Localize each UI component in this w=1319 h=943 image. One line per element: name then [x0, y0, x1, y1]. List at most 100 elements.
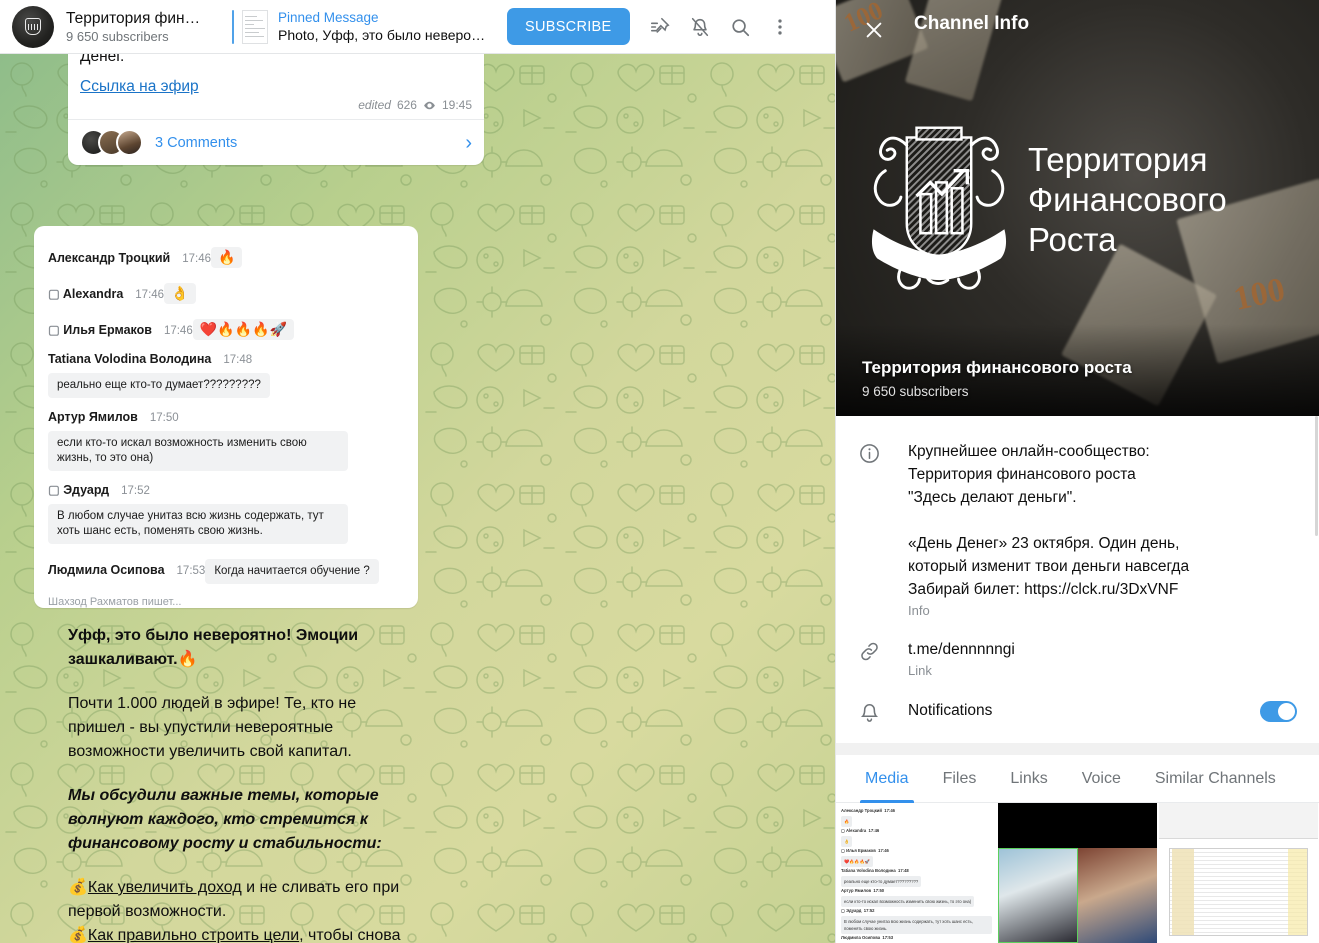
bullet-2-underline: Как правильно строить цели: [87, 927, 300, 943]
logo-line-3: Роста: [1028, 221, 1117, 258]
channel-title-block[interactable]: Территория фин… 9 650 subscribers: [66, 10, 216, 44]
screenshot-row-time: 17:52: [121, 485, 150, 497]
header-actions: [640, 7, 800, 47]
typing-indicator: Шахзод Рахматов пишет...: [48, 596, 182, 608]
screenshot-row-author: Людмила Осипова: [48, 563, 165, 577]
info-icon: [858, 440, 908, 618]
link-value: t.me/dennnnngi: [908, 641, 1015, 658]
media-thumbnail[interactable]: [998, 803, 1157, 943]
screenshot-row: ▢ Илья Ермаков 17:46 ❤️🔥🔥🔥🚀: [48, 314, 404, 340]
post-line-3: Мы обсудили важные темы, которые волнуют…: [68, 787, 382, 852]
channel-name: Территория фин…: [66, 9, 201, 27]
screenshot-row-bubble: ❤️🔥🔥🔥🚀: [192, 319, 294, 340]
info-row[interactable]: Крупнейшее онлайн-сообщество: Территория…: [836, 430, 1319, 628]
notifications-label: Notifications: [908, 702, 993, 719]
screenshot-row-bubble: Когда начитается обучение ?: [205, 559, 379, 584]
screenshot-row: ▢ Alexandra 17:46 👌: [48, 278, 404, 304]
logo-text: Территория Финансового Роста: [1028, 140, 1227, 260]
screenshot-row-bubble: 👌: [164, 283, 196, 304]
tab-media[interactable]: Media: [848, 755, 926, 803]
message-bubble-pinned[interactable]: Денег. Ссылка на эфир edited 626 19:45 3…: [68, 54, 484, 165]
link-row[interactable]: t.me/dennnnngi Link: [836, 628, 1319, 688]
bell-icon: [858, 698, 908, 723]
chat-area[interactable]: Денег. Ссылка на эфир edited 626 19:45 3…: [0, 54, 835, 943]
pinned-message[interactable]: Pinned Message Photo, Уфф, это было неве…: [278, 9, 493, 44]
media-grid: Александр Троцкий 17:46 🔥 ▢ Alexandra 17:4…: [836, 803, 1319, 943]
screenshot-row: Александр Троцкий 17:46 🔥: [48, 242, 404, 268]
panel-title: Channel Info: [914, 13, 1030, 34]
bullet-1-emoji: 💰: [68, 879, 88, 896]
screenshot-row-author: ▢ Эдуард: [48, 483, 110, 497]
message-time: 19:45: [441, 98, 472, 112]
tab-links[interactable]: Links: [993, 755, 1064, 803]
tab-similar-channels[interactable]: Similar Channels: [1138, 755, 1293, 803]
pinned-message-label: Pinned Message: [278, 10, 379, 25]
chat-header: Территория фин… 9 650 subscribers Pinned…: [0, 0, 835, 54]
chevron-right-icon: ›: [465, 131, 472, 154]
post-line-2: Почти 1.000 людей в эфире! Те, кто не пр…: [68, 695, 357, 760]
message-bubble-screenshot[interactable]: Александр Троцкий 17:46 🔥 ▢ Alexandra 17:46 👌…: [34, 226, 418, 608]
post-text[interactable]: Уфф, это было невероятно! Эмоции зашкали…: [68, 624, 413, 943]
screenshot-row-time: 17:50: [149, 412, 179, 424]
edited-label: edited: [358, 98, 391, 112]
bullet-2-emoji: 💰: [68, 927, 88, 943]
bell-muted-icon[interactable]: [680, 7, 720, 47]
media-tabs: Media Files Links Voice Similar Channels: [836, 755, 1319, 803]
channel-avatar[interactable]: [12, 5, 54, 48]
link-label: Link: [908, 663, 932, 678]
screenshot-row-bubble: реально еще кто-то думает?????????: [48, 373, 270, 398]
screenshot-row-time: 17:53: [176, 565, 206, 577]
channel-subscribers: 9 650 subscribers: [66, 28, 169, 44]
pinned-messages-icon[interactable]: [640, 7, 680, 47]
media-thumbnail[interactable]: [1159, 803, 1318, 943]
telegram-window: Территория фин… 9 650 subscribers Pinned…: [0, 0, 1319, 943]
screenshot-row-author: Tatiana Volodina Володина: [48, 352, 212, 366]
screenshot-row-bubble: если кто-то искал возможность изменить с…: [48, 431, 348, 471]
link-icon: [858, 638, 908, 678]
notifications-row[interactable]: Notifications: [836, 688, 1319, 733]
logo-line-1: Территория: [1028, 141, 1208, 178]
logo-line-2: Финансового: [1028, 181, 1227, 218]
channel-info-panel: 100 100 Channel Info $ Территория Финанс…: [835, 0, 1319, 943]
screenshot-row-author: ▢ Alexandra: [48, 287, 124, 301]
message-link[interactable]: Ссылка на эфир: [80, 78, 199, 95]
screenshot-row-author: Александр Троцкий: [48, 251, 171, 265]
screenshot-row-time: 17:46: [135, 289, 165, 301]
info-label: Info: [908, 603, 930, 618]
search-icon[interactable]: [720, 7, 760, 47]
message-tail-text: Денег.: [80, 54, 125, 65]
tab-voice[interactable]: Voice: [1065, 755, 1138, 803]
screenshot-row: Tatiana Volodina Володина 17:48 реально ещ…: [48, 350, 404, 398]
subscribe-button[interactable]: SUBSCRIBE: [507, 8, 630, 45]
comments-button[interactable]: 3 Comments ›: [80, 120, 472, 165]
more-vertical-icon[interactable]: [760, 7, 800, 47]
hero-subscribers: 9 650 subscribers: [862, 384, 969, 399]
tab-files[interactable]: Files: [926, 755, 994, 803]
screenshot-row-time: 17:48: [223, 354, 253, 366]
channel-details: Крупнейшее онлайн-сообщество: Территория…: [836, 416, 1319, 755]
pinned-message-preview: Photo, Уфф, это было неверо…: [278, 27, 486, 43]
screenshot-row-bubble: В любом случае унитаз всю жизнь содержат…: [48, 504, 348, 544]
view-count: 626: [396, 98, 417, 112]
messages-list: Денег. Ссылка на эфир edited 626 19:45 3…: [0, 54, 835, 943]
bullet-1-underline: Как увеличить доход: [87, 879, 242, 896]
crest-logo-icon: $: [871, 126, 1007, 290]
hero-channel-name: Территория финансового роста: [862, 358, 1132, 377]
notifications-toggle[interactable]: [1260, 701, 1297, 722]
post-line-1: Уфф, это было невероятно! Эмоции зашкали…: [68, 627, 359, 668]
info-value: Крупнейшее онлайн-сообщество: Территория…: [908, 443, 1190, 598]
media-thumbnail[interactable]: Александр Троцкий 17:46 🔥 ▢ Alexandra 17:4…: [837, 803, 996, 943]
comments-label: 3 Comments: [155, 134, 238, 151]
screenshot-row-author: ▢ Илья Ермаков: [48, 323, 152, 337]
screenshot-row-time: 17:46: [182, 253, 212, 265]
pinned-message-thumbnail[interactable]: [242, 9, 268, 44]
channel-logo: $ Территория Финансового Роста: [856, 110, 1227, 290]
screenshot-row-bubble: 🔥: [211, 247, 243, 268]
close-icon[interactable]: [856, 12, 892, 48]
screenshot-row-time: 17:46: [163, 325, 193, 337]
avatar: [116, 129, 143, 156]
commenter-avatars: [80, 129, 143, 156]
panel-scrollbar[interactable]: [1315, 416, 1318, 536]
views-eye-icon: [423, 99, 436, 112]
svg-text:$: $: [934, 253, 945, 277]
